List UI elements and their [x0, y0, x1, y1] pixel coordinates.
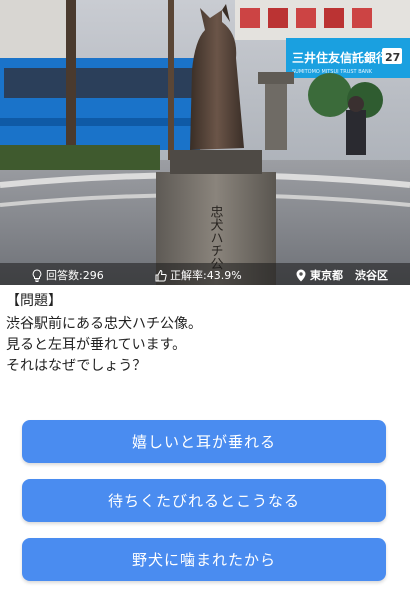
question-photo: 三井住友信託銀行 SUMITOMO MITSUI TRUST BANK 27 忠…: [0, 0, 410, 285]
thumbs-up-icon: [155, 269, 167, 281]
answer-choices: 嬉しいと耳が垂れる 待ちくたびれるとこうなる 野犬に噛まれたから: [22, 420, 386, 597]
question-line: 渋谷駅前にある忠犬ハチ公像。: [6, 316, 202, 332]
accuracy-rate-label: 正解率:43.9%: [170, 269, 242, 282]
answer-choice-3-button[interactable]: 野犬に噛まれたから: [22, 538, 386, 581]
bank-sign-text: 三井住友信託銀行: [292, 50, 388, 65]
answer-choice-1-button[interactable]: 嬉しいと耳が垂れる: [22, 420, 386, 463]
answer-choice-2-button[interactable]: 待ちくたびれるとこうなる: [22, 479, 386, 522]
question-block: 【問題】 渋谷駅前にある忠犬ハチ公像。 見ると左耳が垂れています。 それはなぜで…: [0, 285, 410, 377]
location-prefecture: 東京都: [310, 269, 343, 282]
location: 東京都 渋谷区: [295, 267, 388, 283]
hachiko-statue-photo: 三井住友信託銀行 SUMITOMO MITSUI TRUST BANK 27 忠…: [0, 0, 410, 285]
pedestal-inscription: 忠犬ハチ公: [208, 205, 224, 270]
answer-count-label: 回答数:296: [46, 269, 104, 282]
location-ward: 渋谷区: [355, 269, 388, 282]
question-heading: 【問題】: [6, 293, 62, 309]
question-line: それはなぜでしょう？: [6, 358, 147, 374]
map-pin-icon: [296, 269, 306, 281]
stats-bar: 回答数:296 正解率:43.9% 東京都 渋谷区: [0, 263, 410, 285]
question-line: 見ると左耳が垂れています。: [6, 337, 187, 353]
accuracy-rate: 正解率:43.9%: [155, 267, 242, 283]
sign-number: 27: [385, 51, 400, 64]
lightbulb-icon: [32, 268, 42, 282]
answer-count: 回答数:296: [31, 267, 104, 283]
